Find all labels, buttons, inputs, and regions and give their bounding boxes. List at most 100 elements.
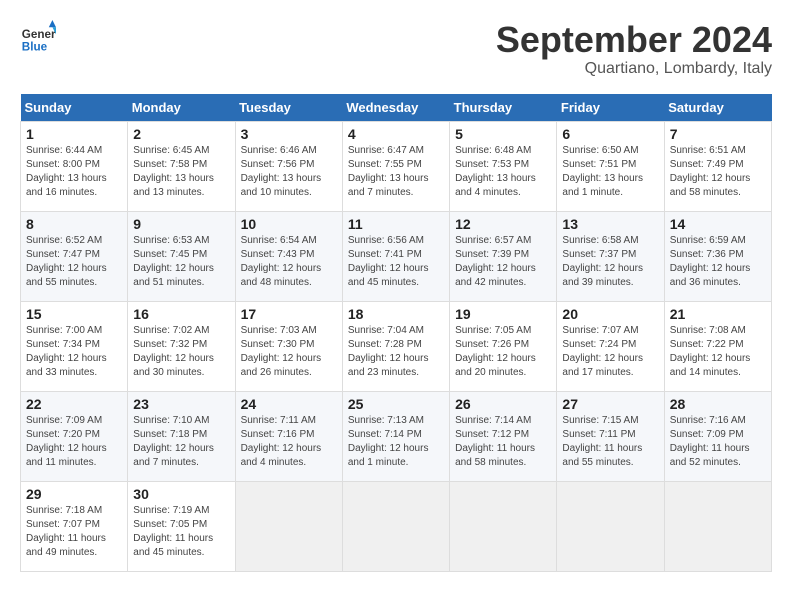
- day-info: Sunrise: 7:10 AM Sunset: 7:18 PM Dayligh…: [133, 414, 229, 470]
- daylight-text: Daylight: 12 hours and 55 minutes.: [26, 263, 107, 288]
- day-number: 26: [455, 396, 551, 412]
- header-saturday: Saturday: [664, 94, 771, 122]
- day-number: 22: [26, 396, 122, 412]
- daylight-text: Daylight: 12 hours and 26 minutes.: [241, 353, 322, 378]
- sunrise-text: Sunrise: 7:02 AM: [133, 325, 209, 336]
- sunset-text: Sunset: 7:47 PM: [26, 249, 100, 260]
- day-number: 2: [133, 126, 229, 142]
- calendar-cell: 8 Sunrise: 6:52 AM Sunset: 7:47 PM Dayli…: [21, 211, 128, 301]
- sunrise-text: Sunrise: 6:56 AM: [348, 235, 424, 246]
- sunrise-text: Sunrise: 6:47 AM: [348, 145, 424, 156]
- sunrise-text: Sunrise: 6:57 AM: [455, 235, 531, 246]
- sunrise-text: Sunrise: 7:18 AM: [26, 505, 102, 516]
- day-info: Sunrise: 6:53 AM Sunset: 7:45 PM Dayligh…: [133, 234, 229, 290]
- day-number: 30: [133, 486, 229, 502]
- day-number: 13: [562, 216, 658, 232]
- day-number: 17: [241, 306, 337, 322]
- day-number: 9: [133, 216, 229, 232]
- sunrise-text: Sunrise: 7:10 AM: [133, 415, 209, 426]
- header-friday: Friday: [557, 94, 664, 122]
- sunrise-text: Sunrise: 6:46 AM: [241, 145, 317, 156]
- day-number: 18: [348, 306, 444, 322]
- day-info: Sunrise: 7:15 AM Sunset: 7:11 PM Dayligh…: [562, 414, 658, 470]
- sunset-text: Sunset: 7:39 PM: [455, 249, 529, 260]
- day-info: Sunrise: 6:45 AM Sunset: 7:58 PM Dayligh…: [133, 144, 229, 200]
- svg-text:Blue: Blue: [22, 41, 48, 54]
- header-sunday: Sunday: [21, 94, 128, 122]
- day-info: Sunrise: 6:50 AM Sunset: 7:51 PM Dayligh…: [562, 144, 658, 200]
- sunset-text: Sunset: 7:22 PM: [670, 339, 744, 350]
- calendar-cell: [450, 481, 557, 571]
- sunset-text: Sunset: 7:41 PM: [348, 249, 422, 260]
- day-info: Sunrise: 7:04 AM Sunset: 7:28 PM Dayligh…: [348, 324, 444, 380]
- daylight-text: Daylight: 12 hours and 58 minutes.: [670, 173, 751, 198]
- calendar-cell: 19 Sunrise: 7:05 AM Sunset: 7:26 PM Dayl…: [450, 301, 557, 391]
- calendar-week-3: 22 Sunrise: 7:09 AM Sunset: 7:20 PM Dayl…: [21, 391, 772, 481]
- sunset-text: Sunset: 7:09 PM: [670, 429, 744, 440]
- calendar-cell: [664, 481, 771, 571]
- calendar-cell: [557, 481, 664, 571]
- daylight-text: Daylight: 12 hours and 48 minutes.: [241, 263, 322, 288]
- day-info: Sunrise: 7:19 AM Sunset: 7:05 PM Dayligh…: [133, 504, 229, 560]
- calendar-cell: 5 Sunrise: 6:48 AM Sunset: 7:53 PM Dayli…: [450, 121, 557, 211]
- sunset-text: Sunset: 7:37 PM: [562, 249, 636, 260]
- calendar-cell: 14 Sunrise: 6:59 AM Sunset: 7:36 PM Dayl…: [664, 211, 771, 301]
- sunrise-text: Sunrise: 7:11 AM: [241, 415, 316, 426]
- calendar-week-4: 29 Sunrise: 7:18 AM Sunset: 7:07 PM Dayl…: [21, 481, 772, 571]
- logo: General Blue: [20, 20, 56, 56]
- day-number: 11: [348, 216, 444, 232]
- calendar-cell: 12 Sunrise: 6:57 AM Sunset: 7:39 PM Dayl…: [450, 211, 557, 301]
- day-info: Sunrise: 6:57 AM Sunset: 7:39 PM Dayligh…: [455, 234, 551, 290]
- sunset-text: Sunset: 7:34 PM: [26, 339, 100, 350]
- sunset-text: Sunset: 7:55 PM: [348, 159, 422, 170]
- day-headers: Sunday Monday Tuesday Wednesday Thursday…: [21, 94, 772, 122]
- calendar-cell: 27 Sunrise: 7:15 AM Sunset: 7:11 PM Dayl…: [557, 391, 664, 481]
- calendar-cell: 2 Sunrise: 6:45 AM Sunset: 7:58 PM Dayli…: [128, 121, 235, 211]
- calendar-cell: 17 Sunrise: 7:03 AM Sunset: 7:30 PM Dayl…: [235, 301, 342, 391]
- header-thursday: Thursday: [450, 94, 557, 122]
- day-info: Sunrise: 6:46 AM Sunset: 7:56 PM Dayligh…: [241, 144, 337, 200]
- day-info: Sunrise: 7:11 AM Sunset: 7:16 PM Dayligh…: [241, 414, 337, 470]
- daylight-text: Daylight: 13 hours and 13 minutes.: [133, 173, 214, 198]
- calendar-cell: 1 Sunrise: 6:44 AM Sunset: 8:00 PM Dayli…: [21, 121, 128, 211]
- day-info: Sunrise: 6:44 AM Sunset: 8:00 PM Dayligh…: [26, 144, 122, 200]
- daylight-text: Daylight: 12 hours and 45 minutes.: [348, 263, 429, 288]
- calendar-cell: 3 Sunrise: 6:46 AM Sunset: 7:56 PM Dayli…: [235, 121, 342, 211]
- daylight-text: Daylight: 12 hours and 4 minutes.: [241, 443, 322, 468]
- sunset-text: Sunset: 7:14 PM: [348, 429, 422, 440]
- day-info: Sunrise: 7:13 AM Sunset: 7:14 PM Dayligh…: [348, 414, 444, 470]
- day-number: 10: [241, 216, 337, 232]
- daylight-text: Daylight: 12 hours and 33 minutes.: [26, 353, 107, 378]
- sunset-text: Sunset: 7:30 PM: [241, 339, 315, 350]
- daylight-text: Daylight: 12 hours and 1 minute.: [348, 443, 429, 468]
- daylight-text: Daylight: 12 hours and 39 minutes.: [562, 263, 643, 288]
- calendar-cell: 30 Sunrise: 7:19 AM Sunset: 7:05 PM Dayl…: [128, 481, 235, 571]
- sunrise-text: Sunrise: 6:54 AM: [241, 235, 317, 246]
- calendar-table: Sunday Monday Tuesday Wednesday Thursday…: [20, 94, 772, 572]
- calendar-cell: 20 Sunrise: 7:07 AM Sunset: 7:24 PM Dayl…: [557, 301, 664, 391]
- day-info: Sunrise: 7:07 AM Sunset: 7:24 PM Dayligh…: [562, 324, 658, 380]
- calendar-cell: 21 Sunrise: 7:08 AM Sunset: 7:22 PM Dayl…: [664, 301, 771, 391]
- calendar-cell: [235, 481, 342, 571]
- sunrise-text: Sunrise: 7:16 AM: [670, 415, 746, 426]
- sunset-text: Sunset: 7:26 PM: [455, 339, 529, 350]
- calendar-cell: 11 Sunrise: 6:56 AM Sunset: 7:41 PM Dayl…: [342, 211, 449, 301]
- sunset-text: Sunset: 7:36 PM: [670, 249, 744, 260]
- calendar-cell: 23 Sunrise: 7:10 AM Sunset: 7:18 PM Dayl…: [128, 391, 235, 481]
- sunrise-text: Sunrise: 7:15 AM: [562, 415, 638, 426]
- day-number: 28: [670, 396, 766, 412]
- calendar-cell: 26 Sunrise: 7:14 AM Sunset: 7:12 PM Dayl…: [450, 391, 557, 481]
- sunrise-text: Sunrise: 6:48 AM: [455, 145, 531, 156]
- day-number: 23: [133, 396, 229, 412]
- calendar-cell: 18 Sunrise: 7:04 AM Sunset: 7:28 PM Dayl…: [342, 301, 449, 391]
- daylight-text: Daylight: 12 hours and 23 minutes.: [348, 353, 429, 378]
- day-number: 4: [348, 126, 444, 142]
- sunset-text: Sunset: 7:12 PM: [455, 429, 529, 440]
- sunset-text: Sunset: 7:18 PM: [133, 429, 207, 440]
- day-info: Sunrise: 7:03 AM Sunset: 7:30 PM Dayligh…: [241, 324, 337, 380]
- calendar-cell: 29 Sunrise: 7:18 AM Sunset: 7:07 PM Dayl…: [21, 481, 128, 571]
- sunrise-text: Sunrise: 6:44 AM: [26, 145, 102, 156]
- sunrise-text: Sunrise: 7:07 AM: [562, 325, 638, 336]
- day-info: Sunrise: 6:58 AM Sunset: 7:37 PM Dayligh…: [562, 234, 658, 290]
- day-info: Sunrise: 6:54 AM Sunset: 7:43 PM Dayligh…: [241, 234, 337, 290]
